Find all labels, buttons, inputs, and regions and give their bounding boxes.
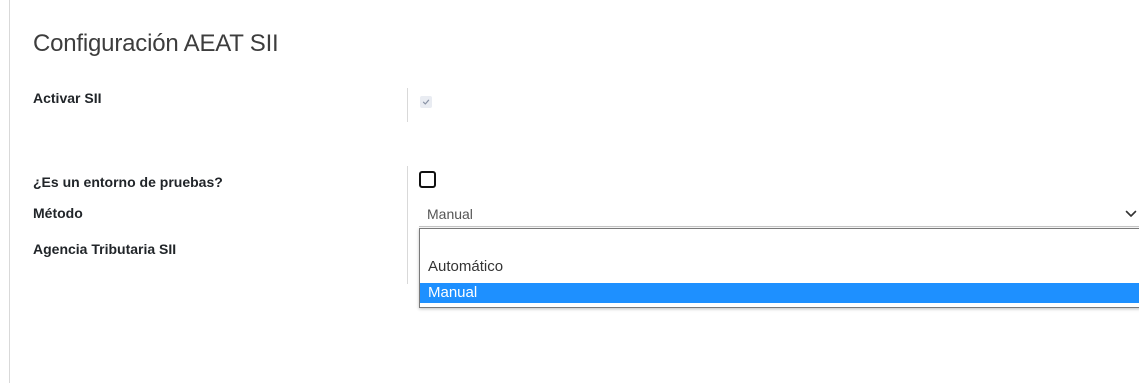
field-divider: [407, 88, 408, 122]
metodo-select-value: Manual: [427, 206, 473, 222]
dropdown-option-manual[interactable]: Manual: [420, 283, 1139, 303]
agencia-label: Agencia Tributaria SII: [33, 241, 177, 257]
activar-sii-label: Activar SII: [33, 90, 102, 106]
chevron-down-icon: [1125, 210, 1137, 217]
metodo-label: Método: [33, 205, 83, 221]
activar-sii-checkbox[interactable]: [420, 96, 432, 108]
entorno-pruebas-checkbox[interactable]: [419, 171, 436, 188]
section-title: Configuración AEAT SII: [33, 30, 279, 57]
dropdown-option-automatico[interactable]: Automático: [420, 257, 1139, 277]
form-left-border: [9, 0, 10, 383]
metodo-select[interactable]: Manual: [419, 203, 1139, 227]
dropdown-option-empty[interactable]: [420, 229, 1139, 257]
entorno-pruebas-label: ¿Es un entorno de pruebas?: [33, 174, 223, 190]
metodo-dropdown-list: Automático Manual: [419, 228, 1139, 308]
check-icon: [422, 99, 430, 105]
field-divider: [407, 166, 408, 284]
